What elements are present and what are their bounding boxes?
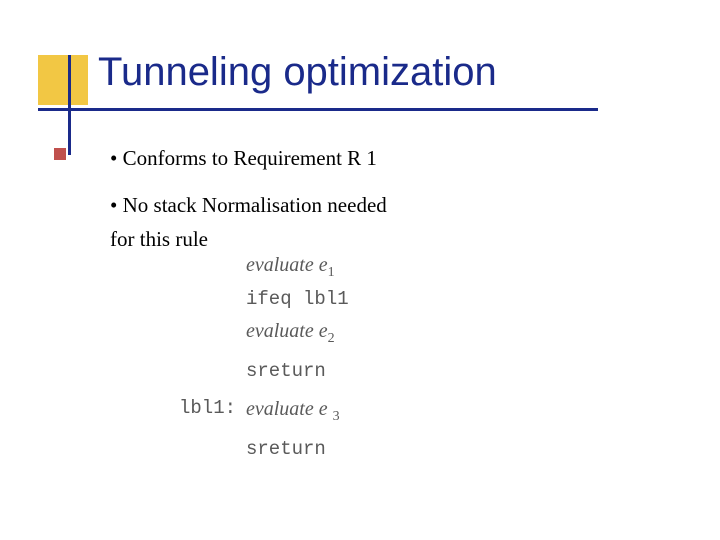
code-label: [160, 355, 246, 388]
code-label: [160, 250, 246, 283]
slide: Tunneling optimization • Conforms to Req…: [0, 0, 720, 540]
code-mono: sreturn: [246, 360, 326, 382]
code-row: evaluate e2: [160, 316, 349, 349]
code-sub: 2: [328, 331, 335, 346]
code-mono: sreturn: [246, 438, 326, 460]
code-instr: evaluate e1: [246, 250, 335, 283]
decor-red-square: [54, 148, 66, 160]
bullet-2-line-1: • No stack Normalisation needed: [110, 192, 610, 219]
code-row: sreturn: [160, 355, 349, 388]
code-sub: 3: [333, 409, 340, 424]
bullet-2-line-2: for this rule: [110, 226, 610, 253]
code-sub: 1: [328, 265, 335, 280]
decor-yellow-square: [38, 55, 88, 105]
code-row: ifeq lbl1: [160, 283, 349, 316]
code-label: lbl1:: [160, 394, 246, 427]
decor-blue-vertical-line: [68, 55, 71, 155]
code-label: [160, 433, 246, 466]
code-italic: evaluate e: [246, 254, 328, 276]
code-instr: sreturn: [246, 433, 326, 466]
code-italic: evaluate e: [246, 398, 333, 420]
bullet-1: • Conforms to Requirement R 1: [110, 145, 610, 172]
code-instr: ifeq lbl1: [246, 283, 349, 316]
slide-body: • Conforms to Requirement R 1 • No stack…: [110, 145, 610, 253]
decor-blue-horizontal-line: [38, 108, 598, 111]
slide-title: Tunneling optimization: [98, 50, 497, 95]
code-instr: evaluate e 3: [246, 394, 340, 427]
code-row: lbl1: evaluate e 3: [160, 394, 349, 427]
code-mono: ifeq lbl1: [246, 288, 349, 310]
code-label: [160, 316, 246, 349]
code-label: [160, 283, 246, 316]
code-row: sreturn: [160, 433, 349, 466]
code-row: evaluate e1: [160, 250, 349, 283]
code-italic: evaluate e: [246, 320, 328, 342]
code-instr: sreturn: [246, 355, 326, 388]
code-block: evaluate e1 ifeq lbl1 evaluate e2: [160, 250, 349, 466]
code-instr: evaluate e2: [246, 316, 335, 349]
